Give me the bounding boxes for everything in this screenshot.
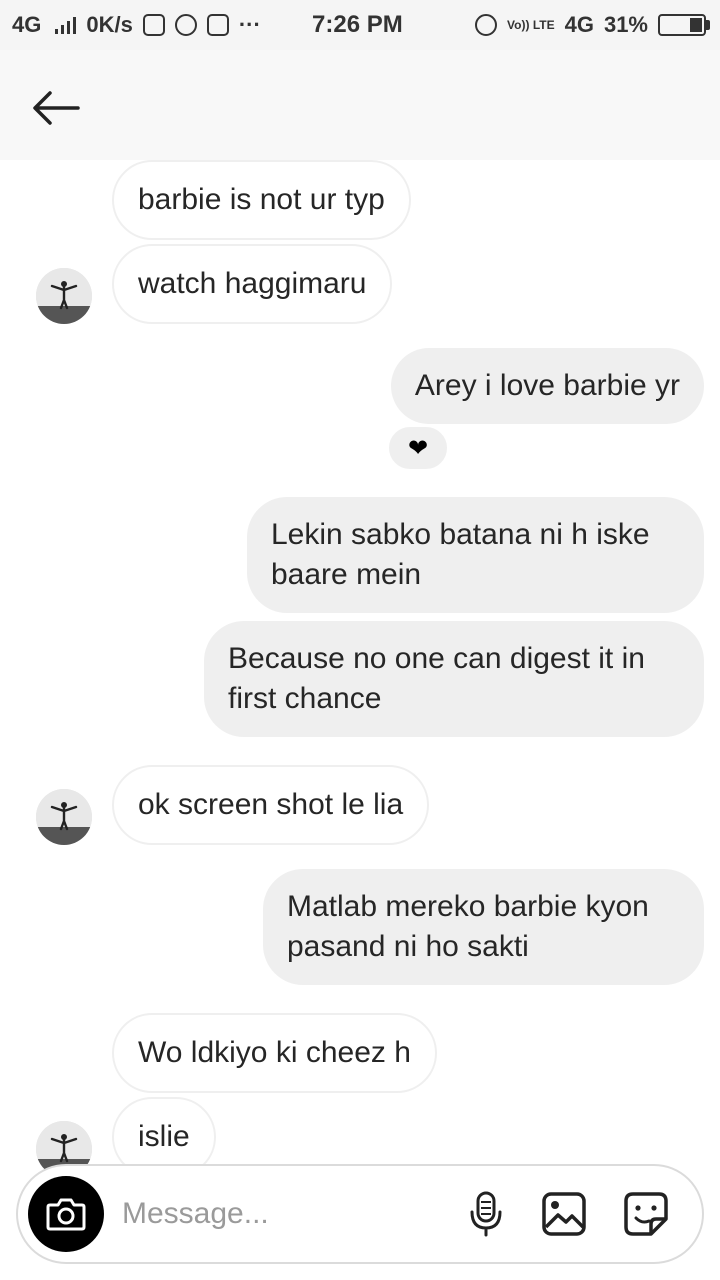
avatar-photo: [36, 789, 92, 845]
message-input[interactable]: [122, 1188, 442, 1240]
message-bubble-incoming: Wo ldkiyo ki cheez h: [112, 1013, 437, 1093]
back-button[interactable]: [30, 86, 82, 130]
sticker-icon: [624, 1192, 668, 1236]
status-bar: 4G 0K/s ··· 7:26 PM Vo)) LTE 4G 31%: [0, 0, 720, 50]
gallery-button[interactable]: [538, 1188, 590, 1240]
camera-icon: [46, 1198, 86, 1231]
network2-label: 4G: [564, 12, 594, 37]
heart-reaction[interactable]: ❤: [386, 424, 450, 472]
message-bubble-outgoing: Arey i love barbie yr: [390, 348, 704, 424]
clock: 7:26 PM: [312, 11, 403, 38]
instagram-icon: [142, 14, 165, 36]
status-right: Vo)) LTE 4G 31%: [475, 12, 710, 38]
data-speed: 0K/s: [86, 12, 133, 37]
status-left: 4G 0K/s ···: [12, 12, 261, 38]
signal-icon: [55, 16, 77, 34]
message-bubble-incoming: watch haggimaru: [112, 244, 393, 324]
message-bubble-incoming: ok screen shot le lia: [112, 765, 430, 845]
sender-avatar[interactable]: [36, 268, 92, 324]
chat-header: [0, 50, 720, 160]
message-composer: [16, 1164, 704, 1264]
sender-avatar[interactable]: [36, 789, 92, 845]
microphone-icon: [470, 1191, 502, 1237]
message-bubble-incoming: barbie is not ur typ: [112, 160, 411, 240]
alarm-icon: [475, 14, 498, 36]
battery-percent: 31%: [603, 12, 648, 37]
message-bubble-outgoing: Lekin sabko batana ni h iske baare mein: [247, 497, 704, 613]
volte-label: Vo)) LTE: [507, 17, 555, 32]
microphone-button[interactable]: [460, 1188, 512, 1240]
message-bubble-outgoing: Because no one can digest it in first ch…: [204, 621, 704, 737]
image-icon: [542, 1192, 586, 1236]
network-label: 4G: [12, 12, 42, 37]
camera-button[interactable]: [28, 1176, 104, 1252]
avatar-photo: [36, 268, 92, 324]
more-notifications: ···: [238, 12, 261, 37]
whatsapp-icon: [174, 14, 197, 36]
back-arrow-icon: [33, 91, 80, 125]
notification-s-icon: [206, 14, 229, 36]
battery-icon: [658, 14, 710, 36]
heart-icon: ❤: [407, 434, 429, 462]
sticker-button[interactable]: [620, 1188, 672, 1240]
message-bubble-outgoing: Matlab mereko barbie kyon pasand ni ho s…: [263, 869, 704, 985]
